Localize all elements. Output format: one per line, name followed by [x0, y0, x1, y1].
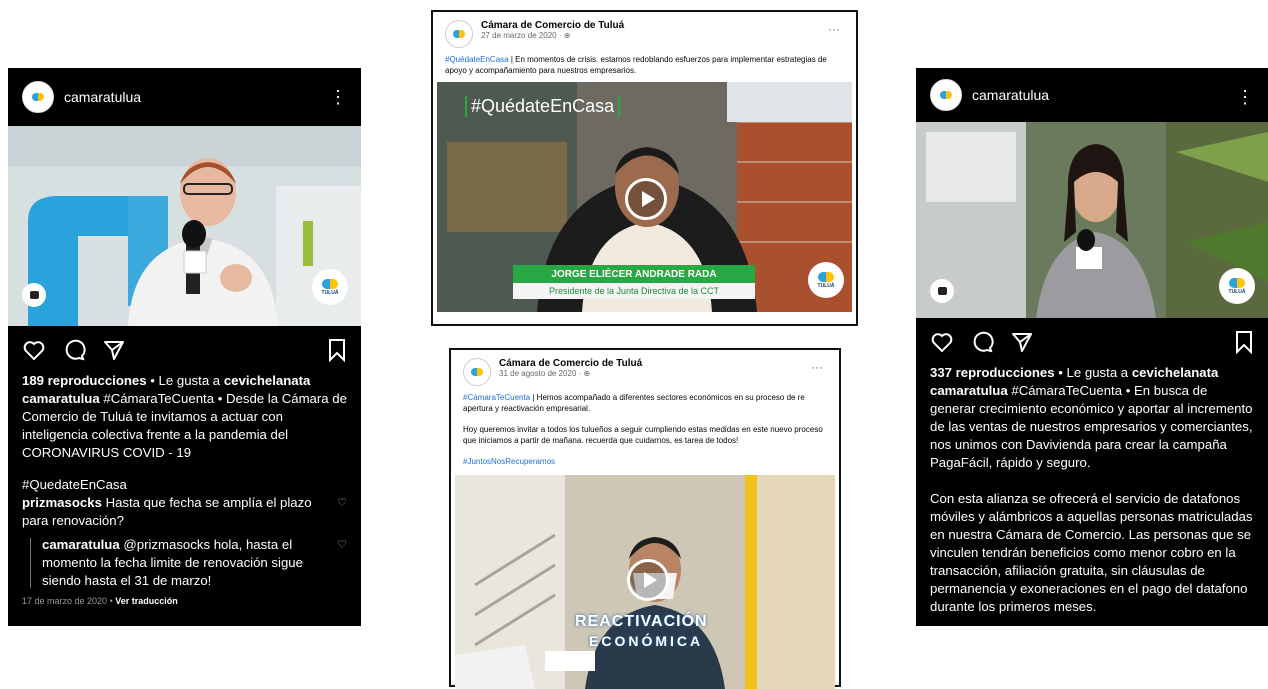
cct-watermark-logo: TULUÁ — [312, 269, 348, 305]
post-caption: camaratulua #CámaraTeCuenta • Desde la C… — [8, 390, 361, 462]
hashtag-link[interactable]: #JuntosNosRecuperamos — [451, 454, 839, 469]
views-count: 189 reproducciones — [22, 373, 147, 388]
hashtag-link[interactable]: #CámaraTeCuenta — [463, 393, 530, 402]
reply-user[interactable]: camaratulua — [42, 537, 120, 552]
facebook-post-bottom: Cámara de Comercio de Tuluá 31 de agosto… — [449, 348, 841, 689]
cct-watermark-logo: TULUÁ — [808, 262, 844, 298]
username[interactable]: camaratulua — [972, 87, 1049, 103]
heart-icon[interactable] — [22, 338, 46, 362]
cct-logo — [466, 361, 488, 383]
video-player[interactable]: #QuédateEnCasa JORGE ELIÉCER ANDRADE RAD… — [437, 82, 852, 312]
post-header: Cámara de Comercio de Tuluá 27 de marzo … — [433, 12, 856, 52]
cct-watermark-logo: TULUÁ — [1219, 268, 1255, 304]
share-icon[interactable] — [1010, 330, 1034, 354]
liked-by-label: • Le gusta a — [146, 373, 224, 388]
share-icon[interactable] — [102, 338, 126, 362]
more-options-icon[interactable]: ··· — [811, 360, 823, 374]
post-text-2: Hoy queremos invitar a todos los tulueño… — [463, 425, 823, 445]
globe-icon: ⊕ — [563, 31, 571, 40]
post-text: #CámaraTeCuenta | Hemos acompañado a dif… — [451, 390, 839, 416]
hashtag[interactable]: #QuedateEnCasa — [8, 476, 361, 494]
video-thumbnail[interactable]: TULUÁ — [916, 122, 1268, 318]
comment-user[interactable]: prizmasocks — [22, 495, 102, 510]
globe-icon: ⊕ — [583, 369, 591, 378]
hashtag-link[interactable]: #QuédateEnCasa — [445, 55, 509, 64]
page-avatar[interactable] — [445, 20, 473, 48]
profile-avatar[interactable] — [22, 81, 54, 113]
caption-user[interactable]: camaratulua — [22, 391, 100, 406]
lower-third-title: Presidente de la Junta Directiva de la C… — [513, 283, 755, 299]
post-caption-2: Con esta alianza se ofrecerá el servicio… — [930, 491, 1253, 614]
comment: prizmasocks Hasta que fecha se amplía el… — [8, 494, 361, 530]
post-stats: 189 reproducciones • Le gusta a cevichel… — [8, 372, 361, 390]
play-icon[interactable] — [627, 559, 669, 601]
heart-icon[interactable] — [930, 330, 954, 354]
instagram-post-right: camaratulua ⋮ TULUÁ 337 reproducciones •… — [916, 68, 1268, 626]
camera-icon — [930, 279, 954, 303]
action-bar — [916, 318, 1268, 364]
video-player[interactable]: REACTIVACIÓN ECONÓMICA — [455, 475, 835, 689]
heart-icon[interactable]: ♡ — [337, 536, 347, 554]
post-caption: camaratulua #CámaraTeCuenta • En busca d… — [916, 382, 1268, 472]
profile-avatar[interactable] — [930, 79, 962, 111]
liked-by-label: • Le gusta a — [1054, 365, 1132, 380]
more-options-icon[interactable]: ··· — [828, 22, 840, 36]
post-header: camaratulua ⋮ — [8, 68, 361, 126]
comment-icon[interactable] — [970, 330, 994, 354]
post-date: 17 de marzo de 2020 — [22, 596, 108, 606]
translate-link[interactable]: Ver traducción — [115, 596, 178, 606]
page-name[interactable]: Cámara de Comercio de Tuluá — [481, 20, 624, 31]
post-stats: 337 reproducciones • Le gusta a cevichel… — [916, 364, 1268, 382]
comment-icon[interactable] — [62, 338, 86, 362]
bookmark-icon[interactable] — [327, 338, 347, 362]
post-date[interactable]: 27 de marzo de 2020 · ⊕ — [481, 31, 624, 40]
caption-user[interactable]: camaratulua — [930, 383, 1008, 398]
reply-thread-line — [30, 538, 31, 588]
heart-icon[interactable]: ♡ — [337, 494, 347, 512]
username[interactable]: camaratulua — [64, 89, 141, 105]
cct-logo — [935, 84, 957, 106]
reply: camaratulua @prizmasocks hola, hasta el … — [8, 536, 361, 590]
liked-by-user[interactable]: cevichelanata — [1132, 365, 1219, 380]
overlay-line-2: ECONÓMICA — [589, 633, 704, 649]
page-name[interactable]: Cámara de Comercio de Tuluá — [499, 358, 642, 369]
bookmark-icon[interactable] — [1234, 330, 1254, 354]
overlay-line-1: REACTIVACIÓN — [575, 613, 708, 630]
reporter-scene — [916, 122, 1268, 318]
views-count: 337 reproducciones — [930, 365, 1055, 380]
page-avatar[interactable] — [463, 358, 491, 386]
liked-by-user[interactable]: cevichelanata — [224, 373, 311, 388]
kebab-menu-icon[interactable]: ⋮ — [1236, 88, 1254, 106]
speaker-scene — [8, 126, 361, 326]
post-header: camaratulua ⋮ — [916, 68, 1268, 122]
overlay-hashtag: #QuédateEnCasa — [465, 96, 621, 117]
separator: • — [107, 596, 116, 606]
post-text: #QuédateEnCasa | En momentos de crisis. … — [433, 52, 856, 78]
lower-third-name: JORGE ELIÉCER ANDRADE RADA — [513, 265, 755, 283]
kebab-menu-icon[interactable]: ⋮ — [329, 88, 347, 106]
instagram-post-left: camaratulua ⋮ TULUÁ 189 reproducciones •… — [8, 68, 361, 626]
action-bar — [8, 326, 361, 372]
facebook-post-top: Cámara de Comercio de Tuluá 27 de marzo … — [431, 10, 858, 326]
cct-logo — [27, 86, 49, 108]
play-icon[interactable] — [625, 178, 667, 220]
camera-icon — [22, 283, 46, 307]
post-footer: 17 de marzo de 2020 • Ver traducción — [8, 592, 361, 610]
video-thumbnail[interactable]: TULUÁ — [8, 126, 361, 326]
cct-logo — [448, 23, 470, 45]
post-date[interactable]: 31 de agosto de 2020 · ⊕ — [499, 369, 642, 378]
post-header: Cámara de Comercio de Tuluá 31 de agosto… — [451, 350, 839, 390]
